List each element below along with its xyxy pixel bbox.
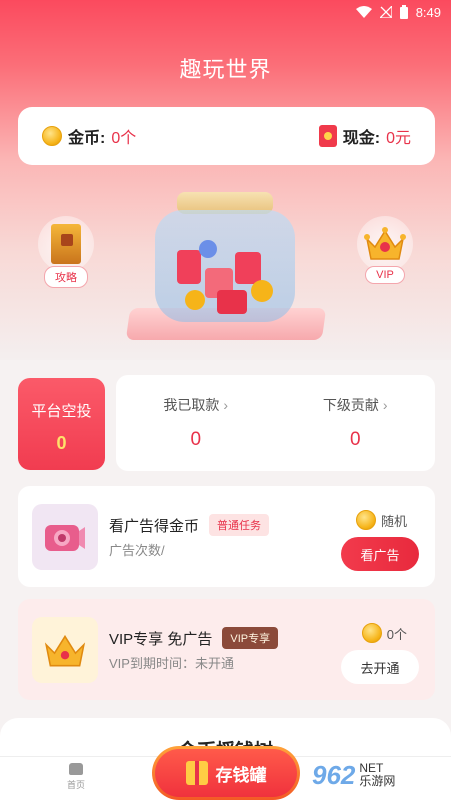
activate-vip-button[interactable]: 去开通	[341, 650, 419, 684]
coin-balance[interactable]: 金币: 0个	[42, 124, 136, 148]
crown-icon	[32, 617, 98, 683]
withdrawn-stat[interactable]: 我已取款 › 0	[116, 375, 276, 471]
airdrop-value: 0	[56, 433, 67, 453]
page-title: 趣玩世界	[179, 57, 272, 82]
task-subtitle: 广告次数/	[109, 543, 165, 558]
task-reward: 0个	[361, 623, 407, 643]
home-icon	[69, 763, 83, 775]
subordinate-value: 0	[349, 429, 361, 450]
task-reward: 随机	[355, 510, 407, 530]
piggy-bank-button[interactable]: 存钱罐	[152, 746, 300, 800]
vip-label: VIP	[365, 266, 405, 284]
coin-value: 0个	[111, 130, 137, 147]
gift-icon	[185, 761, 208, 785]
chevron-right-icon: ›	[382, 397, 388, 413]
task-tag: VIP专享	[222, 627, 279, 649]
airdrop-label: 平台空投	[31, 403, 92, 420]
guide-label: 攻略	[44, 266, 88, 288]
tab-home[interactable]: 首页	[58, 763, 94, 791]
camera-icon	[32, 504, 98, 570]
reward-text: 随机	[380, 513, 407, 529]
cash-balance[interactable]: 现金: 0元	[318, 124, 411, 148]
watch-ad-button[interactable]: 看广告	[341, 537, 419, 571]
piggy-jar-illustration	[155, 192, 295, 322]
red-packet-icon	[318, 125, 337, 147]
platform-airdrop-card[interactable]: 平台空投 0	[18, 378, 105, 470]
cash-value: 0元	[386, 130, 411, 147]
stats-section: 平台空投 0 我已取款 › 0 下级贡献 › 0	[18, 375, 435, 471]
withdrawn-value: 0	[190, 429, 202, 450]
coin-icon	[42, 126, 62, 146]
cash-label: 现金:	[342, 130, 381, 147]
watermark-number: 962	[312, 759, 356, 790]
coin-icon	[361, 623, 382, 643]
wifi-icon	[355, 6, 372, 18]
status-time: 8:49	[415, 4, 441, 20]
task-subtitle: VIP到期时间：未开通	[109, 656, 234, 671]
watermark-site: 乐游网	[359, 774, 396, 788]
task-tag: 普通任务	[209, 514, 270, 536]
subordinate-label: 下级贡献	[322, 397, 379, 413]
tab-home-label: 首页	[66, 780, 85, 790]
subordinate-stat[interactable]: 下级贡献 › 0	[276, 375, 436, 471]
watch-ad-task-card: 看广告得金币 普通任务 广告次数/ 随机 看广告	[18, 486, 435, 587]
vip-button[interactable]: VIP	[355, 216, 415, 296]
reward-text: 0个	[386, 626, 407, 642]
status-bar: 8:49	[0, 0, 451, 24]
task-title: 看广告得金币	[109, 517, 200, 535]
site-watermark: 962 NET 乐游网	[312, 751, 446, 799]
battery-icon	[399, 5, 408, 19]
no-signal-icon	[379, 6, 392, 18]
chevron-right-icon: ›	[223, 397, 229, 413]
stats-card: 我已取款 › 0 下级贡献 › 0	[116, 375, 435, 471]
crown-icon	[364, 227, 406, 260]
wallet-card: 金币: 0个 现金: 0元	[18, 107, 435, 165]
piggy-bank-label: 存钱罐	[215, 765, 267, 785]
vip-task-card: VIP专享 免广告 VIP专享 VIP到期时间：未开通 0个 去开通	[18, 599, 435, 700]
book-icon	[51, 224, 81, 264]
guide-button[interactable]: 攻略	[36, 216, 96, 296]
coin-icon	[355, 510, 376, 530]
task-title: VIP专享 免广告	[109, 630, 213, 648]
coin-label: 金币:	[68, 130, 106, 147]
withdrawn-label: 我已取款	[163, 397, 220, 413]
